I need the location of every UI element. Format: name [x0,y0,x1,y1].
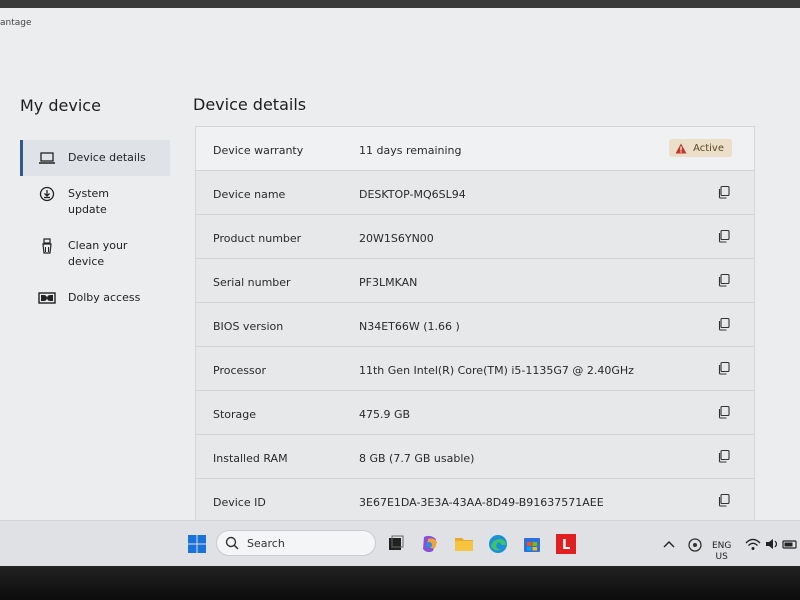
window-title: antage [0,18,32,28]
download-icon [38,186,56,202]
detail-value: 3E67E1DA-3E3A-43AA-8D49-B91637571AEE [359,496,604,509]
network-activity-icon[interactable] [684,533,706,555]
sidebar-item-label: Dolby access [68,291,141,304]
search-placeholder: Search [247,536,285,550]
detail-key: Serial number [213,276,291,289]
chevron-up-icon[interactable] [662,533,684,555]
laptop-icon [38,150,56,166]
sidebar-item-label: Clean your device [68,239,128,268]
copy-icon[interactable] [716,492,732,508]
detail-key: Product number [213,232,302,245]
device-details-panel: Device warranty 11 days remaining Active… [195,126,755,536]
warranty-status-badge[interactable]: Active [669,139,732,157]
page-title: Device details [193,95,307,114]
copy-icon[interactable] [716,448,732,464]
detail-value: DESKTOP-MQ6SL94 [359,188,466,201]
edge-browser-icon[interactable] [487,533,509,555]
sidebar-item-label: Device details [68,151,146,164]
copy-icon[interactable] [716,228,732,244]
file-explorer-icon[interactable] [453,533,475,555]
detail-value: PF3LMKAN [359,276,418,289]
copy-icon[interactable] [716,404,732,420]
detail-value: 8 GB (7.7 GB usable) [359,452,475,465]
screen-bezel-bottom [0,566,800,600]
sidebar-item-device-details[interactable]: Device details [20,140,170,176]
broom-icon [38,238,56,254]
detail-value: 11th Gen Intel(R) Core(TM) i5-1135G7 @ 2… [359,364,634,377]
region-code: US [715,552,728,562]
detail-value: N34ET66W (1.66 ) [359,320,460,333]
detail-key: Storage [213,408,257,421]
wifi-icon[interactable] [744,533,766,555]
detail-value: 20W1S6YN00 [359,232,434,245]
detail-value: 11 days remaining [359,144,462,157]
lenovo-vantage-app-icon[interactable]: L [555,533,577,555]
detail-row-installed-ram: Installed RAM 8 GB (7.7 GB usable) [196,435,754,479]
screen: antage My device Device details Device d… [0,0,800,600]
language-indicator[interactable]: ENG US [712,541,731,563]
screen-bezel-top [0,0,800,8]
detail-row-device-id: Device ID 3E67E1DA-3E3A-43AA-8D49-B91637… [196,479,754,523]
sidebar-nav: Device details System update Clean your … [20,140,170,316]
copy-icon[interactable] [716,316,732,332]
detail-row-product-number: Product number 20W1S6YN00 [196,215,754,259]
detail-key: Device ID [213,496,266,509]
warning-icon [675,143,687,153]
sidebar-item-system-update[interactable]: System update [20,176,170,228]
detail-key: Processor [213,364,266,377]
sidebar-item-label: System update [68,187,110,216]
copy-icon[interactable] [716,272,732,288]
sidebar-item-clean-device[interactable]: Clean your device [20,228,170,280]
windows-start-icon[interactable] [186,533,208,555]
sidebar-item-dolby-access[interactable]: Dolby access [20,280,170,316]
detail-row-warranty: Device warranty 11 days remaining Active [196,127,754,171]
detail-key: BIOS version [213,320,284,333]
battery-icon[interactable] [782,533,800,555]
microsoft-store-icon[interactable] [521,533,543,555]
detail-key: Device warranty [213,144,304,157]
badge-label: Active [693,142,724,154]
detail-value: 475.9 GB [359,408,411,421]
dolby-icon [38,290,56,306]
app-letter: L [562,538,570,553]
detail-key: Device name [213,188,286,201]
copy-icon[interactable] [716,184,732,200]
sidebar-title: My device [20,96,101,115]
task-view-icon[interactable] [385,533,407,555]
detail-row-serial-number: Serial number PF3LMKAN [196,259,754,303]
detail-row-processor: Processor 11th Gen Intel(R) Core(TM) i5-… [196,347,754,391]
taskbar-search-box[interactable]: Search [216,530,376,556]
copy-icon[interactable] [716,360,732,376]
taskbar: Search L ENG US [0,520,800,566]
detail-row-device-name: Device name DESKTOP-MQ6SL94 [196,171,754,215]
language-code: ENG [712,541,732,551]
search-icon [225,536,239,550]
copilot-icon[interactable] [419,533,441,555]
detail-row-bios-version: BIOS version N34ET66W (1.66 ) [196,303,754,347]
detail-key: Installed RAM [213,452,288,465]
detail-row-storage: Storage 475.9 GB [196,391,754,435]
